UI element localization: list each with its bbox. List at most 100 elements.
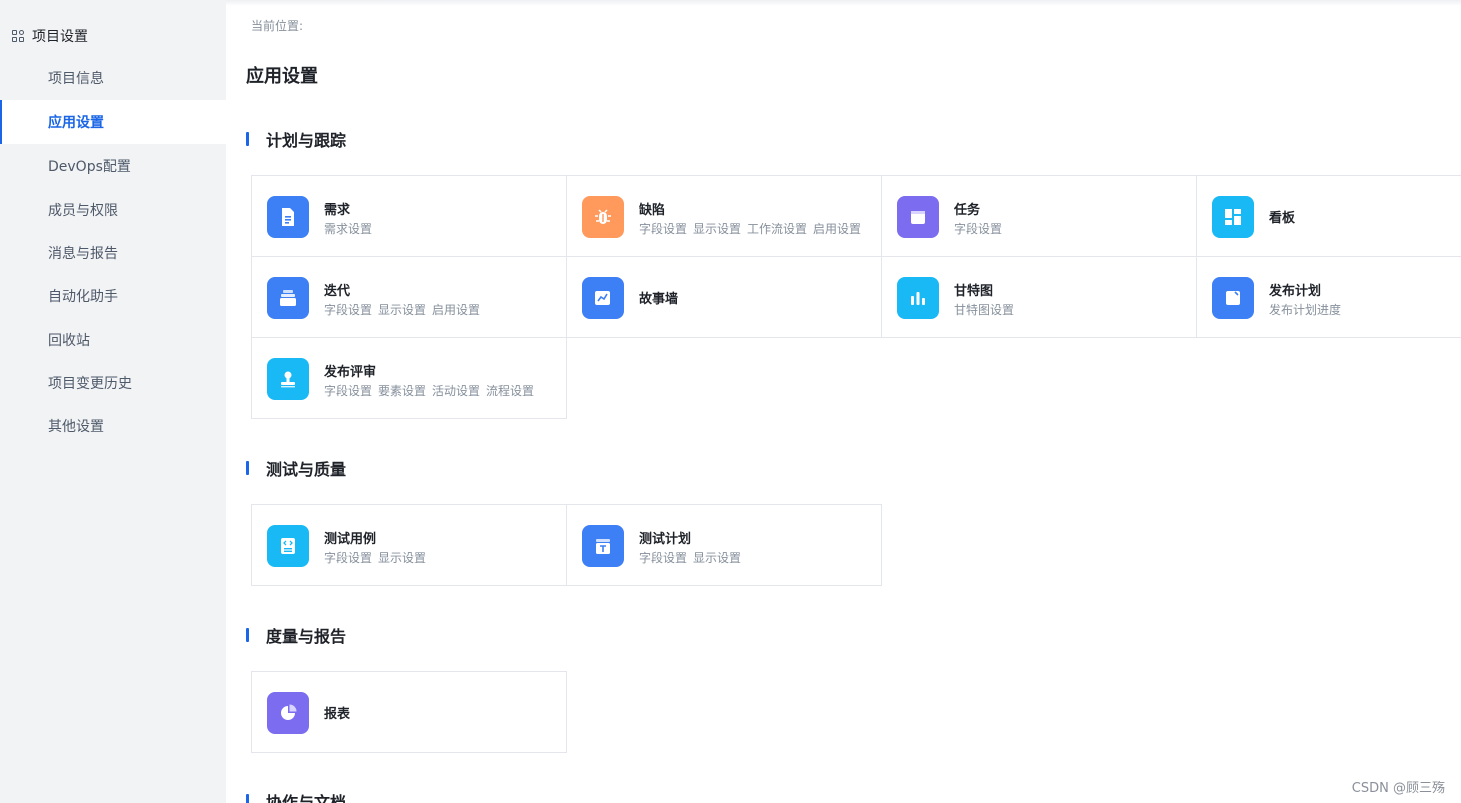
card-link[interactable]: 工作流设置	[747, 220, 807, 237]
card-links: 发布计划进度	[1269, 301, 1341, 318]
board-icon	[1212, 196, 1254, 238]
sidebar-item-label: 应用设置	[48, 115, 104, 131]
card-name: 发布评审	[324, 365, 377, 380]
card-link[interactable]: 显示设置	[378, 549, 426, 566]
card-test-case[interactable]: 测试用例 字段设置 显示设置	[251, 504, 567, 586]
sidebar-item-label: 成员与权限	[48, 203, 118, 219]
section-title-metrics: 度量与报告	[246, 625, 347, 646]
bar-chart-icon	[897, 277, 939, 319]
top-shadow	[226, 0, 1461, 6]
card-report[interactable]: 报表	[251, 671, 567, 753]
trend-chart-icon	[582, 277, 624, 319]
card-link[interactable]: 字段设置	[954, 220, 1002, 237]
card-name: 发布计划	[1269, 284, 1322, 299]
card-link[interactable]: 流程设置	[486, 382, 534, 399]
card-links: 甘特图设置	[954, 301, 1014, 318]
card-link[interactable]: 需求设置	[324, 220, 372, 237]
card-test-plan[interactable]: 测试计划 字段设置 显示设置	[566, 504, 882, 586]
card-task[interactable]: 任务 字段设置	[881, 175, 1197, 257]
sidebar-item-label: 项目信息	[48, 71, 104, 87]
card-links: 字段设置 显示设置	[324, 549, 426, 566]
card-links: 字段设置 显示设置	[639, 549, 741, 566]
sidebar-item-history[interactable]: 项目变更历史	[0, 361, 226, 405]
card-link[interactable]: 启用设置	[432, 301, 480, 318]
card-link[interactable]: 字段设置	[324, 549, 372, 566]
sidebar-item-label: 自动化助手	[48, 289, 118, 305]
card-links: 字段设置 显示设置 工作流设置 启用设置	[639, 220, 861, 237]
sidebar-item-label: 其他设置	[48, 419, 104, 435]
grid-icon	[12, 29, 25, 43]
sidebar-item-messages[interactable]: 消息与报告	[0, 231, 226, 275]
section-marker	[246, 628, 249, 642]
card-name: 测试用例	[324, 532, 377, 547]
section-title-text: 协作与文档	[266, 793, 347, 803]
card-link[interactable]: 字段设置	[324, 382, 372, 399]
section-title-text: 计划与跟踪	[266, 131, 347, 150]
page-title: 应用设置	[246, 66, 318, 87]
card-links: 字段设置 显示设置 启用设置	[324, 301, 480, 318]
breadcrumb: 当前位置:	[251, 19, 304, 33]
card-link[interactable]: 字段设置	[639, 220, 687, 237]
card-kanban[interactable]: 看板	[1196, 175, 1461, 257]
card-name: 甘特图	[954, 284, 994, 299]
card-name: 故事墙	[639, 292, 679, 307]
sidebar-item-members[interactable]: 成员与权限	[0, 188, 226, 232]
section-title-plan-track: 计划与跟踪	[246, 129, 347, 150]
card-link[interactable]: 显示设置	[378, 301, 426, 318]
bug-icon	[582, 196, 624, 238]
section-marker	[246, 794, 249, 803]
card-name: 缺陷	[639, 203, 666, 218]
card-link[interactable]: 发布计划进度	[1269, 301, 1341, 318]
section-title-collab: 协作与文档	[246, 791, 346, 803]
card-story-wall[interactable]: 故事墙	[566, 256, 882, 338]
card-release-plan[interactable]: 发布计划 发布计划进度	[1196, 256, 1461, 338]
pie-chart-icon	[267, 692, 309, 734]
card-link[interactable]: 字段设置	[324, 301, 372, 318]
stamp-icon	[267, 358, 309, 400]
card-name: 看板	[1269, 211, 1296, 226]
card-link[interactable]: 显示设置	[693, 549, 741, 566]
code-doc-icon	[267, 525, 309, 567]
card-link[interactable]: 显示设置	[693, 220, 741, 237]
sidebar-item-automation[interactable]: 自动化助手	[0, 274, 226, 318]
card-name: 报表	[324, 707, 351, 722]
card-link[interactable]: 字段设置	[639, 549, 687, 566]
card-links: 字段设置 要素设置 活动设置 流程设置	[324, 382, 534, 399]
test-plan-icon	[582, 525, 624, 567]
card-links: 字段设置	[954, 220, 1002, 237]
section-title-text: 测试与质量	[266, 460, 347, 479]
sidebar-item-label: DevOps配置	[48, 159, 131, 175]
section-title-text: 度量与报告	[266, 627, 347, 646]
sidebar-item-other[interactable]: 其他设置	[0, 404, 226, 448]
section-title-test-quality: 测试与质量	[246, 458, 347, 479]
sidebar-item-label: 回收站	[48, 333, 90, 349]
sidebar-item-label: 消息与报告	[48, 246, 118, 262]
card-link[interactable]: 甘特图设置	[954, 301, 1014, 318]
sidebar: 项目设置 项目信息 应用设置 DevOps配置 成员与权限 消息与报告 自动化助…	[0, 0, 226, 803]
sidebar-item-app-settings[interactable]: 应用设置	[0, 100, 226, 144]
calendar-icon	[897, 196, 939, 238]
card-release-review[interactable]: 发布评审 字段设置 要素设置 活动设置 流程设置	[251, 337, 567, 419]
section-marker	[246, 461, 249, 475]
card-defect[interactable]: 缺陷 字段设置 显示设置 工作流设置 启用设置	[566, 175, 882, 257]
sidebar-header-label: 项目设置	[32, 29, 88, 45]
stack-icon	[267, 277, 309, 319]
watermark: CSDN @顾三殇	[1351, 781, 1445, 796]
card-name: 需求	[324, 203, 351, 218]
card-requirement[interactable]: 需求 需求设置	[251, 175, 567, 257]
edit-note-icon	[1212, 277, 1254, 319]
card-gantt[interactable]: 甘特图 甘特图设置	[881, 256, 1197, 338]
sidebar-item-devops[interactable]: DevOps配置	[0, 144, 226, 188]
sidebar-item-project-info[interactable]: 项目信息	[0, 56, 226, 100]
card-name: 测试计划	[639, 532, 692, 547]
sidebar-header[interactable]: 项目设置	[12, 26, 88, 46]
card-name: 迭代	[324, 284, 351, 299]
card-link[interactable]: 活动设置	[432, 382, 480, 399]
card-link[interactable]: 启用设置	[813, 220, 861, 237]
card-link[interactable]: 要素设置	[378, 382, 426, 399]
card-iteration[interactable]: 迭代 字段设置 显示设置 启用设置	[251, 256, 567, 338]
sidebar-item-label: 项目变更历史	[48, 376, 132, 392]
section-marker	[246, 132, 249, 146]
sidebar-item-recycle-bin[interactable]: 回收站	[0, 318, 226, 362]
document-icon	[267, 196, 309, 238]
